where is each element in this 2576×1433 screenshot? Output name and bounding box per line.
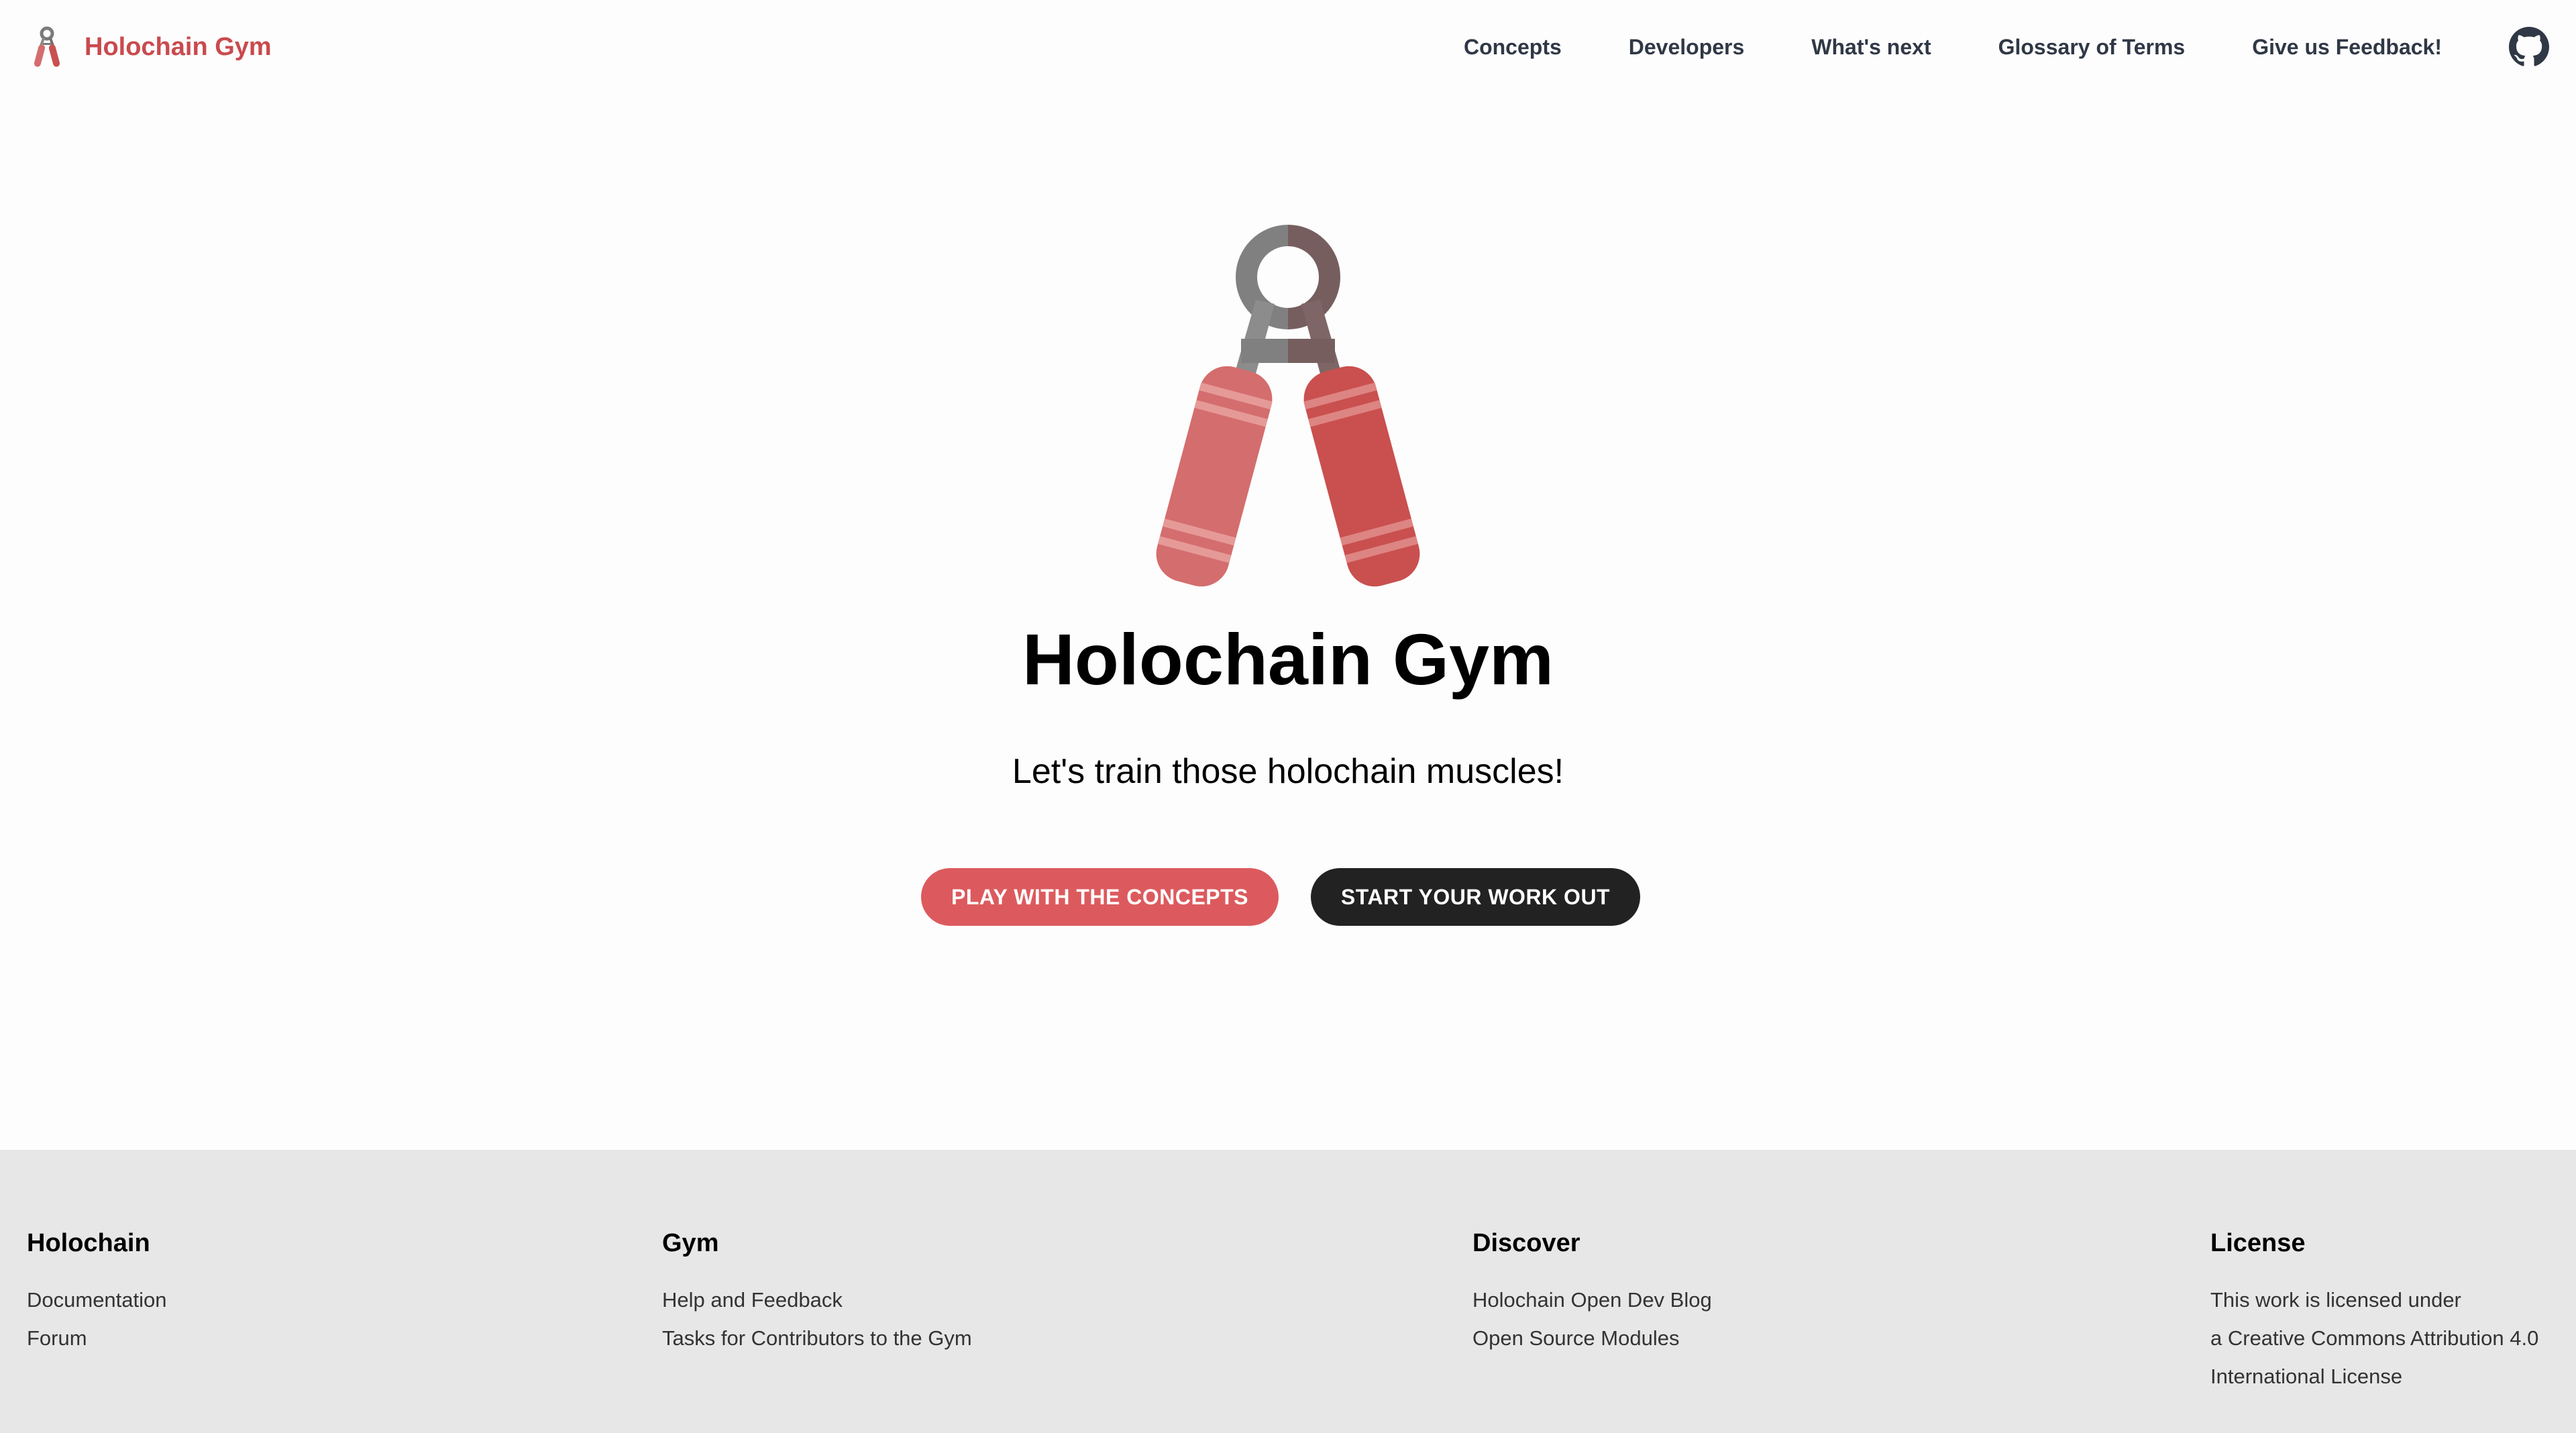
footer-column-title: License [2210, 1229, 2306, 1257]
start-workout-button[interactable]: START YOUR WORK OUT [1311, 868, 1640, 926]
nav-link-glossary[interactable]: Glossary of Terms [1998, 35, 2186, 60]
license-link[interactable]: a Creative Commons Attribution 4.0 [2210, 1319, 2538, 1357]
footer-link-help-feedback[interactable]: Help and Feedback [662, 1281, 972, 1319]
hand-gripper-icon [1156, 225, 1420, 587]
footer-column-holochain: Holochain Documentation Forum [27, 1229, 167, 1357]
hero: Holochain Gym Let's train those holochai… [0, 94, 2576, 1150]
footer-link-forum[interactable]: Forum [27, 1319, 167, 1357]
nav-link-concepts[interactable]: Concepts [1464, 35, 1562, 60]
play-with-concepts-button[interactable]: PLAY WITH THE CONCEPTS [921, 868, 1279, 926]
footer-column-title: Discover [1472, 1229, 1580, 1257]
navbar: Holochain Gym Concepts Developers What's… [0, 0, 2576, 94]
license-link-continued[interactable]: International License [2210, 1357, 2538, 1395]
nav-link-whats-next[interactable]: What's next [1811, 35, 1931, 60]
github-icon[interactable] [2509, 27, 2549, 67]
hero-title: Holochain Gym [1022, 619, 1554, 700]
hand-gripper-logo-icon [34, 26, 60, 67]
footer-link-dev-blog[interactable]: Holochain Open Dev Blog [1472, 1281, 1712, 1319]
footer-column-title: Gym [662, 1229, 719, 1257]
footer-link-contributor-tasks[interactable]: Tasks for Contributors to the Gym [662, 1319, 972, 1357]
brand-title[interactable]: Holochain Gym [85, 33, 272, 62]
license-text-line: This work is licensed under [2210, 1288, 2461, 1312]
footer-column-title: Holochain [27, 1229, 150, 1257]
brand-link[interactable]: Holochain Gym [27, 25, 272, 68]
footer-column-license: License This work is licensed under a Cr… [2210, 1229, 2538, 1395]
footer-link-open-source-modules[interactable]: Open Source Modules [1472, 1319, 1712, 1357]
footer-column-gym: Gym Help and Feedback Tasks for Contribu… [662, 1229, 972, 1357]
nav-links: Concepts Developers What's next Glossary… [1464, 35, 2442, 60]
page: Holochain Gym Concepts Developers What's… [0, 0, 2576, 1433]
footer-link-documentation[interactable]: Documentation [27, 1281, 167, 1319]
footer: Holochain Documentation Forum Gym Help a… [0, 1150, 2576, 1433]
nav-link-developers[interactable]: Developers [1629, 35, 1745, 60]
footer-column-discover: Discover Holochain Open Dev Blog Open So… [1472, 1229, 1712, 1357]
hero-tagline: Let's train those holochain muscles! [1012, 752, 1564, 791]
nav-link-feedback[interactable]: Give us Feedback! [2252, 35, 2442, 60]
